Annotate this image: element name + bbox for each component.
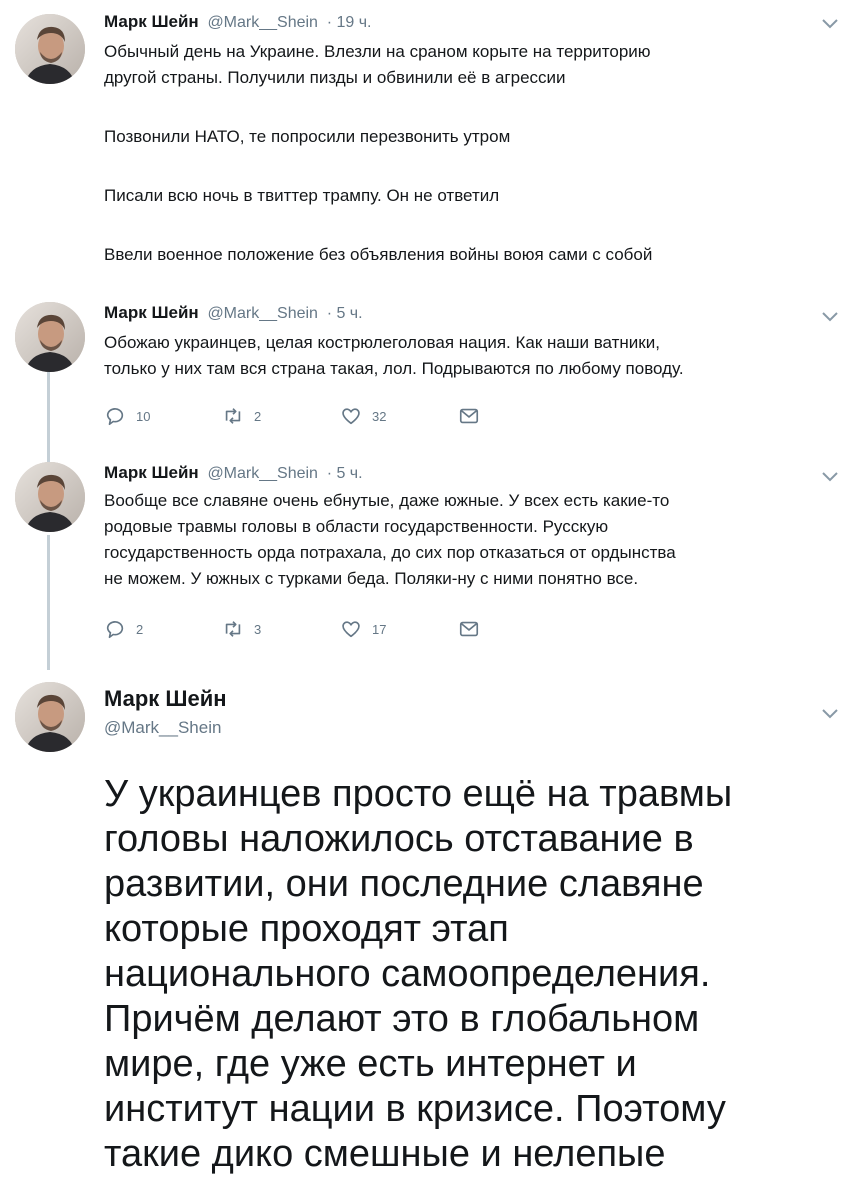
author-name[interactable]: Марк Шейн — [104, 463, 199, 482]
reply-button[interactable]: 10 — [104, 405, 150, 427]
author-name[interactable]: Марк Шейн — [104, 12, 199, 31]
author-handle[interactable]: @Mark__Shein — [104, 718, 221, 738]
chevron-down-icon[interactable] — [821, 471, 839, 483]
tweet[interactable]: Марк Шейн @Mark__Shein · 5 ч. Обожаю укр… — [0, 290, 861, 440]
author-name[interactable]: Марк Шейн — [104, 303, 199, 322]
text-line: которые проходят этап — [104, 908, 509, 950]
author-name[interactable]: Марк Шейн — [104, 686, 227, 712]
text-line: не можем. У южных с турками беда. Поляки… — [104, 569, 639, 588]
tweet-time[interactable]: · 5 ч. — [327, 305, 363, 322]
reply-icon — [104, 405, 126, 427]
message-button[interactable] — [458, 618, 490, 640]
text-line: Обычный день на Украине. Влезли на срано… — [104, 42, 651, 61]
avatar[interactable] — [15, 302, 85, 372]
chevron-down-icon[interactable] — [821, 311, 839, 323]
like-button[interactable]: 32 — [340, 405, 386, 427]
tweet-text: У украинцев просто ещё на травмы головы … — [104, 772, 844, 1177]
reply-icon — [104, 618, 126, 640]
tweet-time[interactable]: · 5 ч. — [327, 465, 363, 482]
text-line: головы наложилось отставание в — [104, 818, 694, 860]
text-line: государственность орда потрахала, до сих… — [104, 543, 676, 562]
like-count: 32 — [372, 408, 387, 424]
text-line: Позвонили НАТО, те попросили перезвонить… — [104, 127, 511, 146]
main-tweet[interactable]: Марк Шейн @Mark__Shein У украинцев прост… — [0, 670, 861, 1200]
tweet-header: Марк Шейн @Mark__Shein · 5 ч. — [104, 303, 363, 323]
tweet-text: Обычный день на Украине. Влезли на срано… — [104, 39, 824, 268]
reply-count: 10 — [136, 408, 151, 424]
tweet-text: Вообще все славяне очень ебнутые, даже ю… — [104, 488, 824, 592]
text-line: другой страны. Получили пизды и обвинили… — [104, 68, 566, 87]
text-line: Писали всю ночь в твиттер трампу. Он не … — [104, 186, 500, 205]
retweet-count: 3 — [254, 621, 262, 637]
tweet-text: Обожаю украинцев, целая кострюлеголовая … — [104, 330, 824, 382]
tweet-header: Марк Шейн @Mark__Shein · 19 ч. — [104, 12, 371, 32]
tweet-time[interactable]: · 19 ч. — [327, 14, 372, 31]
text-line: только у них там вся страна такая, лол. … — [104, 359, 684, 378]
text-line: Обожаю украинцев, целая кострюлеголовая … — [104, 333, 660, 352]
message-icon — [458, 618, 480, 640]
chevron-down-icon[interactable] — [821, 708, 839, 720]
tweet[interactable]: Марк Шейн @Mark__Shein · 5 ч. Вообще все… — [0, 450, 861, 655]
reply-count: 2 — [136, 621, 144, 637]
like-button[interactable]: 17 — [340, 618, 386, 640]
tweet-actions: 2 3 17 — [104, 618, 524, 642]
like-icon — [340, 405, 362, 427]
text-line: институт нации в кризисе. Поэтому — [104, 1088, 726, 1130]
author-handle[interactable]: @Mark__Shein — [207, 305, 318, 322]
text-line: родовые травмы головы в области государс… — [104, 517, 609, 536]
like-count: 17 — [372, 621, 387, 637]
text-line: мире, где уже есть интернет и — [104, 1043, 637, 1085]
text-line: национального самоопределения. — [104, 953, 711, 995]
text-line: такие дико смешные и нелепые — [104, 1133, 666, 1175]
retweet-button[interactable]: 3 — [222, 618, 261, 640]
retweet-count: 2 — [254, 408, 262, 424]
retweet-icon — [222, 405, 244, 427]
message-button[interactable] — [458, 405, 490, 427]
chevron-down-icon[interactable] — [821, 18, 839, 30]
tweet-actions: 10 2 32 — [104, 405, 524, 429]
tweet[interactable]: Марк Шейн @Mark__Shein · 19 ч. Обычный д… — [0, 0, 861, 285]
author-handle[interactable]: @Mark__Shein — [207, 14, 318, 31]
retweet-icon — [222, 618, 244, 640]
retweet-button[interactable]: 2 — [222, 405, 261, 427]
avatar[interactable] — [15, 682, 85, 752]
message-icon — [458, 405, 480, 427]
like-icon — [340, 618, 362, 640]
avatar[interactable] — [15, 14, 85, 84]
text-line: Вообще все славяне очень ебнутые, даже ю… — [104, 491, 670, 510]
text-line: Ввели военное положение без объявления в… — [104, 245, 653, 264]
text-line: развитии, они последние славяне — [104, 863, 704, 905]
text-line: У украинцев просто ещё на травмы — [104, 773, 733, 815]
tweet-header: Марк Шейн @Mark__Shein · 5 ч. — [104, 463, 363, 483]
author-handle[interactable]: @Mark__Shein — [207, 465, 318, 482]
reply-button[interactable]: 2 — [104, 618, 143, 640]
avatar[interactable] — [15, 462, 85, 532]
text-line: Причём делают это в глобальном — [104, 998, 700, 1040]
